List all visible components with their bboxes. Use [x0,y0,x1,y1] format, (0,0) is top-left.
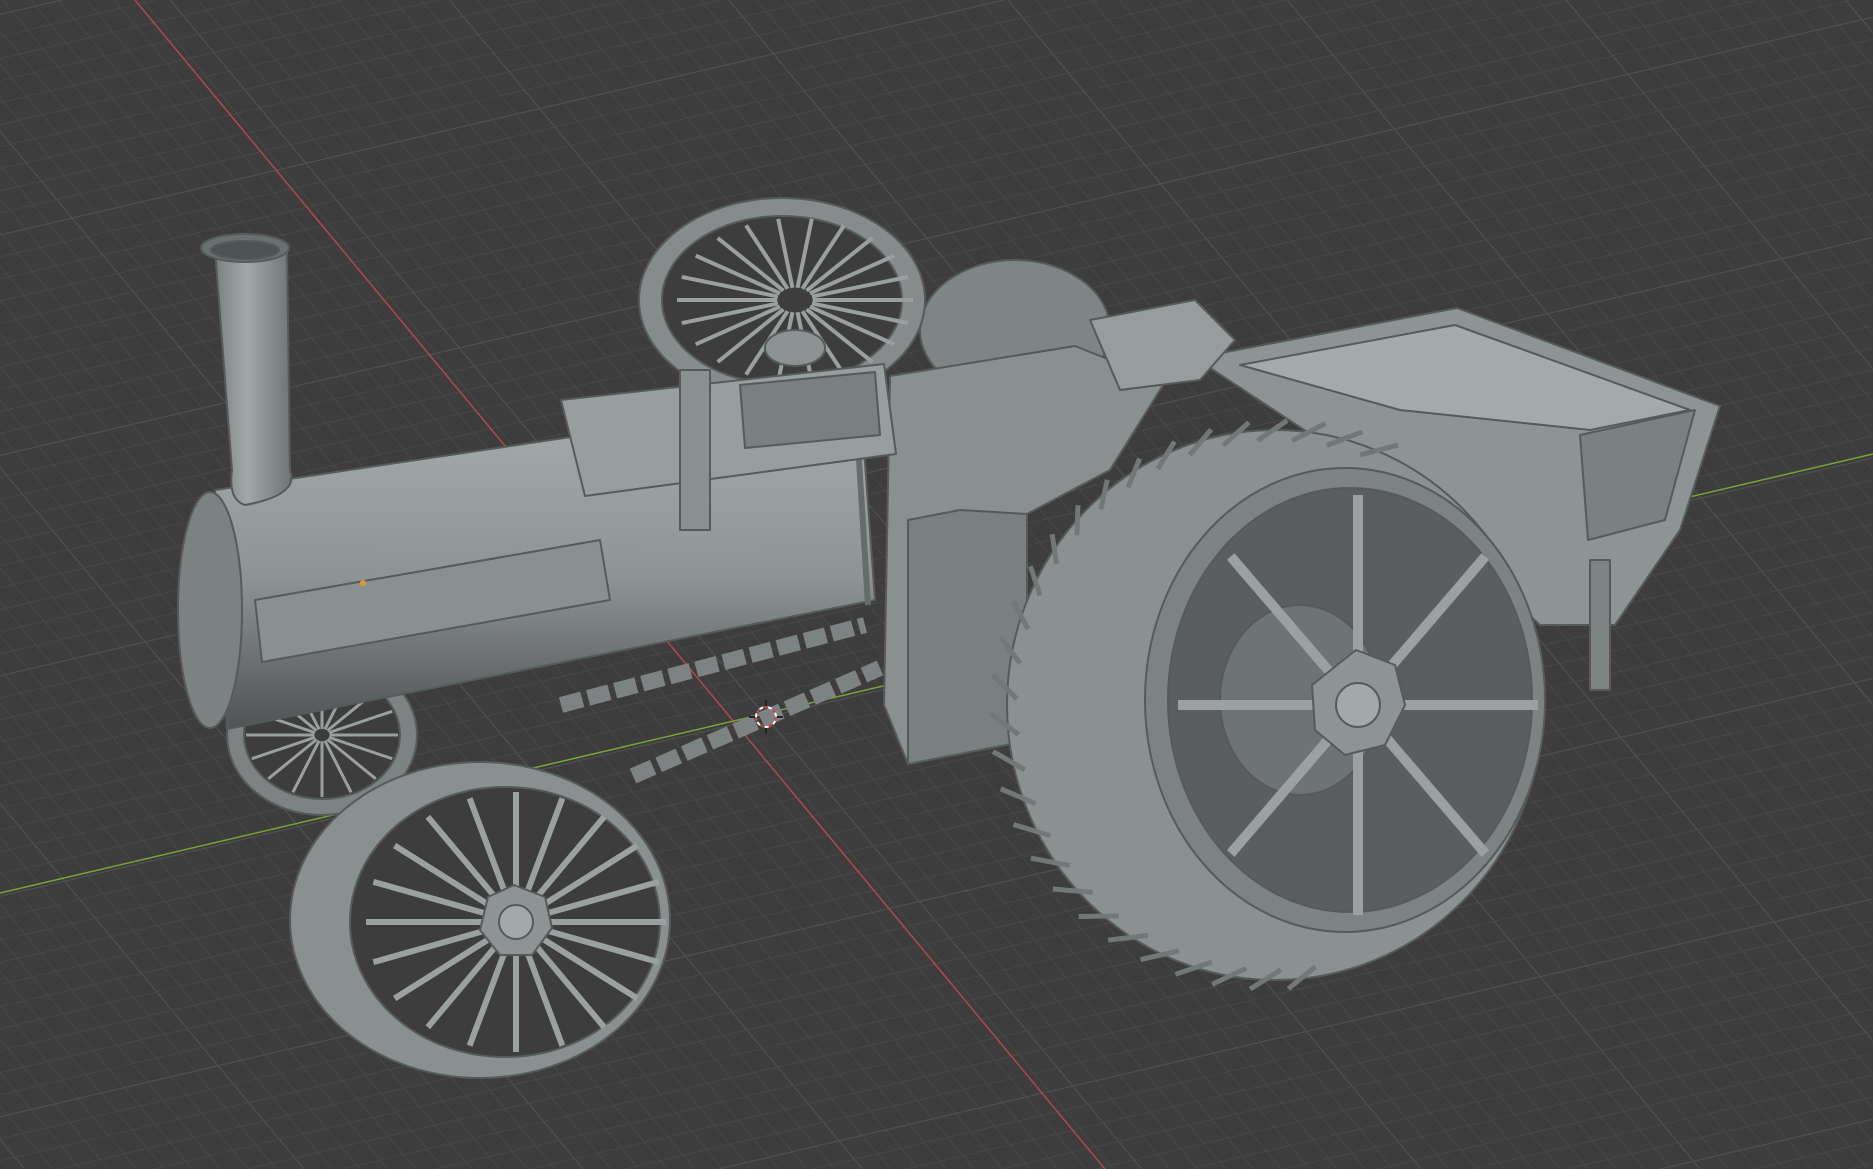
object-origin-icon [360,580,366,586]
grid-line [0,0,157,37]
grid-line [0,0,627,148]
grid-line [0,0,910,214]
grid-line [1566,1096,1873,1169]
grid-line [1845,0,1873,34]
grid-line [1705,0,1873,202]
grid-line [1789,0,1873,101]
grid-line [1001,964,1873,1169]
chimney [200,233,293,506]
tire-tread [1052,886,1093,895]
grid-line [0,0,439,104]
grid-line [0,0,345,81]
grid-line [1377,1052,1873,1169]
grid-line [0,1138,26,1169]
grid-line [1761,0,1873,135]
grid-line [1283,1030,1873,1169]
grid-line [0,0,62,16]
grid-line [1817,0,1873,67]
grid-line [1621,0,1873,303]
grid-line [0,0,816,192]
grid-line [0,0,1098,258]
grid-line [0,937,193,1169]
grid-line [0,0,1004,236]
grid-line [1472,1074,1873,1169]
grid-line [1848,1162,1873,1169]
grid-line [0,0,722,170]
grid-line [0,1004,137,1169]
grid-line [0,769,333,1169]
grid-line [0,0,533,126]
3d-viewport[interactable] [0,0,1873,1169]
grid-line [1095,986,1873,1169]
viewport-canvas[interactable] [0,0,1873,1169]
front-wheel [289,761,671,1079]
tire-tread [1074,505,1081,536]
grid-line [0,903,221,1169]
grid-line [1538,0,1873,403]
grid-line [1565,0,1873,370]
grid-line [1733,0,1873,168]
tire-tread [1078,913,1119,919]
grid-line [1677,0,1873,235]
grid-line [0,0,1287,302]
grid-line [1649,0,1873,269]
